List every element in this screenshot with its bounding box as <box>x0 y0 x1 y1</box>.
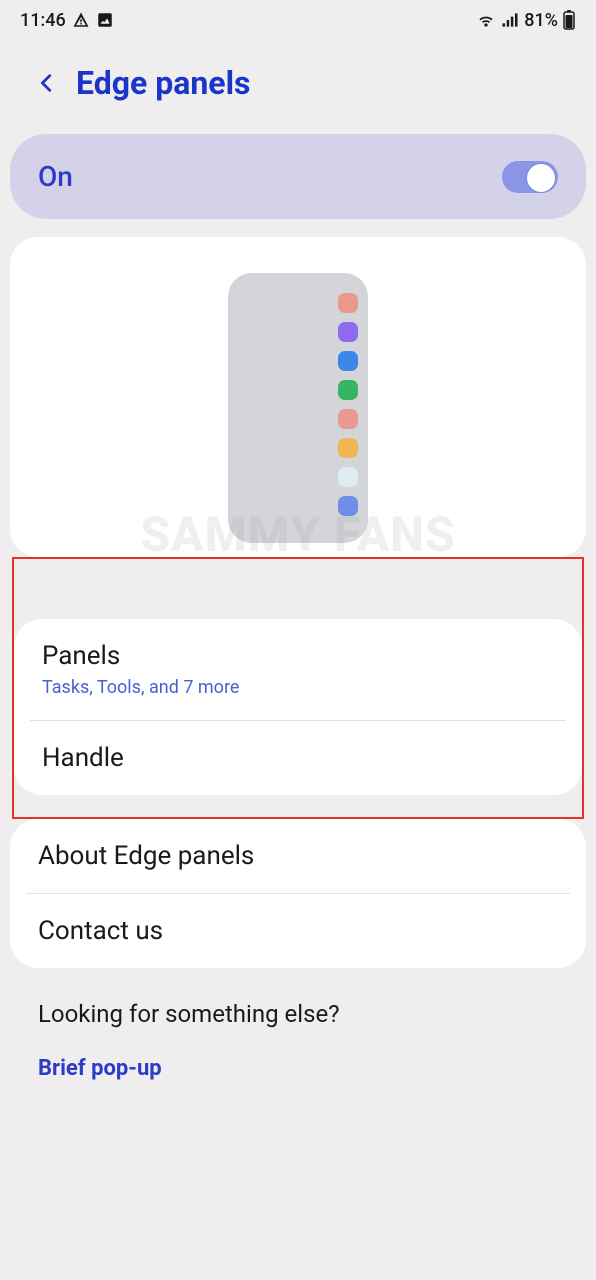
panel-dot <box>338 322 358 342</box>
about-row[interactable]: About Edge panels <box>10 819 586 893</box>
toggle-state-label: On <box>38 160 73 193</box>
handle-row-title: Handle <box>42 743 554 773</box>
panel-dot <box>338 438 358 458</box>
phone-illustration <box>228 273 368 543</box>
signal-icon <box>500 10 520 30</box>
contact-row[interactable]: Contact us <box>10 894 586 968</box>
settings-card: Panels Tasks, Tools, and 7 more Handle <box>14 619 582 795</box>
related-section: Looking for something else? Brief pop-up <box>0 968 596 1099</box>
panel-icons-strip <box>338 293 358 516</box>
battery-percent-text: 81% <box>524 10 558 31</box>
contact-row-title: Contact us <box>38 916 558 946</box>
statusbar-left: 11:46 <box>20 10 114 31</box>
edge-panel-preview: SAMMY FANS <box>10 237 586 557</box>
clock-text: 11:46 <box>20 10 66 31</box>
info-card: About Edge panels Contact us <box>10 819 586 968</box>
picture-icon <box>96 11 114 29</box>
panels-row-title: Panels <box>42 641 554 671</box>
panel-dot <box>338 467 358 487</box>
panels-row[interactable]: Panels Tasks, Tools, and 7 more <box>14 619 582 720</box>
brief-popup-link[interactable]: Brief pop-up <box>38 1056 558 1081</box>
status-bar: 11:46 81% <box>0 0 596 40</box>
statusbar-right: 81% <box>476 10 576 31</box>
highlight-annotation: Panels Tasks, Tools, and 7 more Handle <box>12 557 584 819</box>
wifi-icon <box>476 10 496 30</box>
panel-dot <box>338 380 358 400</box>
master-toggle-card[interactable]: On <box>10 134 586 219</box>
panel-dot <box>338 496 358 516</box>
handle-row[interactable]: Handle <box>14 721 582 795</box>
back-button[interactable] <box>36 68 58 98</box>
about-row-title: About Edge panels <box>38 841 558 871</box>
battery-icon <box>562 10 576 30</box>
panels-row-subtitle: Tasks, Tools, and 7 more <box>42 677 554 698</box>
page-header: Edge panels <box>0 40 596 126</box>
warning-icon <box>72 11 90 29</box>
related-title: Looking for something else? <box>38 1000 558 1028</box>
panel-dot <box>338 409 358 429</box>
panel-dot <box>338 293 358 313</box>
toggle-switch[interactable] <box>502 161 558 193</box>
page-title: Edge panels <box>76 64 250 102</box>
panel-dot <box>338 351 358 371</box>
